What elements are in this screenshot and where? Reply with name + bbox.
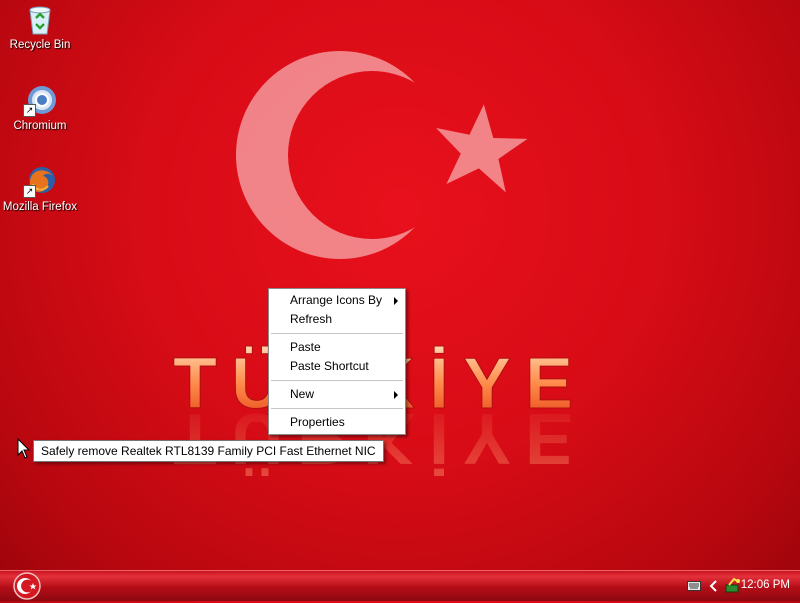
- system-tray: 12:06 PM: [675, 571, 800, 601]
- desktop-icon-label: Chromium: [13, 120, 67, 132]
- crescent-star-logo-icon: [13, 572, 41, 600]
- chevron-left-icon[interactable]: [709, 580, 719, 592]
- mouse-cursor-icon: [17, 438, 31, 459]
- desktop-icon-label: Recycle Bin: [9, 39, 71, 51]
- menu-separator: [271, 380, 403, 381]
- clock[interactable]: 12:06 PM: [741, 579, 790, 591]
- taskbar: 12:06 PM: [0, 570, 800, 601]
- keyboard-icon[interactable]: [687, 581, 701, 591]
- menu-item-new[interactable]: New: [269, 385, 405, 404]
- menu-item-label: Arrange Icons By: [290, 293, 383, 307]
- chromium-icon: ↗: [23, 83, 57, 117]
- menu-item-paste-shortcut[interactable]: Paste Shortcut: [269, 357, 405, 376]
- submenu-arrow-icon: [394, 297, 398, 305]
- menu-separator: [271, 408, 403, 409]
- shortcut-arrow-icon: ↗: [23, 185, 36, 198]
- recycle-bin-icon: [23, 2, 57, 36]
- menu-separator: [271, 333, 403, 334]
- menu-item-label: Properties: [290, 415, 345, 429]
- network-hardware-icon[interactable]: [725, 577, 741, 594]
- desktop-icon-label: Mozilla Firefox: [2, 201, 78, 213]
- menu-item-label: New: [290, 387, 315, 401]
- desktop-icon-firefox[interactable]: ↗ Mozilla Firefox: [0, 164, 80, 213]
- desktop-icon-chromium[interactable]: ↗ Chromium: [0, 83, 80, 132]
- desktop-icon-recycle-bin[interactable]: Recycle Bin: [0, 2, 80, 51]
- menu-item-arrange-icons-by[interactable]: Arrange Icons By: [269, 291, 405, 310]
- desktop-context-menu: Arrange Icons By Refresh Paste Paste Sho…: [268, 288, 406, 435]
- crescent-emblem: [0, 0, 800, 570]
- menu-item-label: Refresh: [290, 312, 333, 326]
- menu-item-refresh[interactable]: Refresh: [269, 310, 405, 329]
- menu-item-label: Paste: [290, 340, 321, 354]
- shortcut-arrow-icon: ↗: [23, 104, 36, 117]
- firefox-icon: ↗: [23, 164, 57, 198]
- menu-item-paste[interactable]: Paste: [269, 338, 405, 357]
- menu-item-label: Paste Shortcut: [290, 359, 369, 373]
- safely-remove-tooltip: Safely remove Realtek RTL8139 Family PCI…: [33, 440, 384, 462]
- submenu-arrow-icon: [394, 391, 398, 399]
- menu-item-properties[interactable]: Properties: [269, 413, 405, 432]
- start-button[interactable]: [8, 572, 46, 600]
- wallpaper: TÜRKİYE TÜRKİYE: [0, 0, 800, 570]
